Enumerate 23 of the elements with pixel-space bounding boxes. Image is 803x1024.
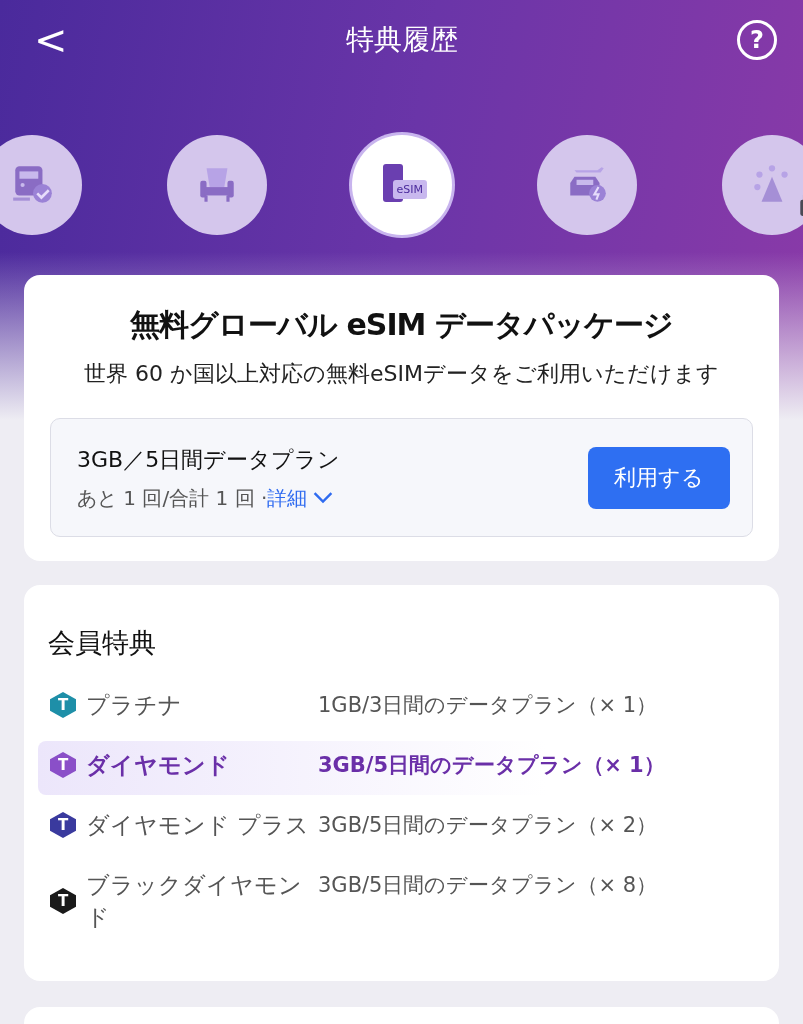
- tier-name: ダイヤモンド: [86, 750, 230, 780]
- tier-badge: T: [50, 752, 76, 778]
- use-button[interactable]: 利用する: [588, 447, 730, 510]
- details-link[interactable]: 詳細: [267, 484, 334, 512]
- offer-title: 無料グローバル eSIM データパッケージ: [129, 306, 674, 344]
- plan-name: 3GB／5日間データプラン: [77, 445, 341, 474]
- back-button[interactable]: <: [34, 17, 68, 63]
- tier-name: ダイヤモンド プラス: [86, 810, 310, 840]
- usage-count: あと 1 回/合計 1 回 ·: [77, 484, 268, 512]
- tier-badge: T: [50, 888, 76, 915]
- section-title: 会員特典: [48, 625, 157, 660]
- tier-plan: 3GB/5日間のデータプラン（× 1）: [318, 751, 665, 779]
- help-button[interactable]: ?: [737, 20, 777, 60]
- tier-name: プラチナ: [86, 690, 182, 720]
- tier-name: ブラックダイヤモンド: [86, 870, 303, 933]
- tier-plan: 1GB/3日間のデータプラン（× 1）: [318, 691, 658, 719]
- tier-plan: 3GB/5日間のデータプラン（× 2）: [318, 811, 658, 839]
- tier-badge: T: [50, 692, 76, 718]
- tier-badge: T: [50, 812, 76, 838]
- tier-plan: 3GB/5日間のデータプラン（× 8）: [318, 871, 658, 899]
- page-title: 特典履歴: [346, 22, 459, 58]
- offer-description: 世界 60 か国以上対応の無料eSIMデータをご利用いただけます: [83, 360, 720, 388]
- chevron-down-icon: [313, 492, 334, 505]
